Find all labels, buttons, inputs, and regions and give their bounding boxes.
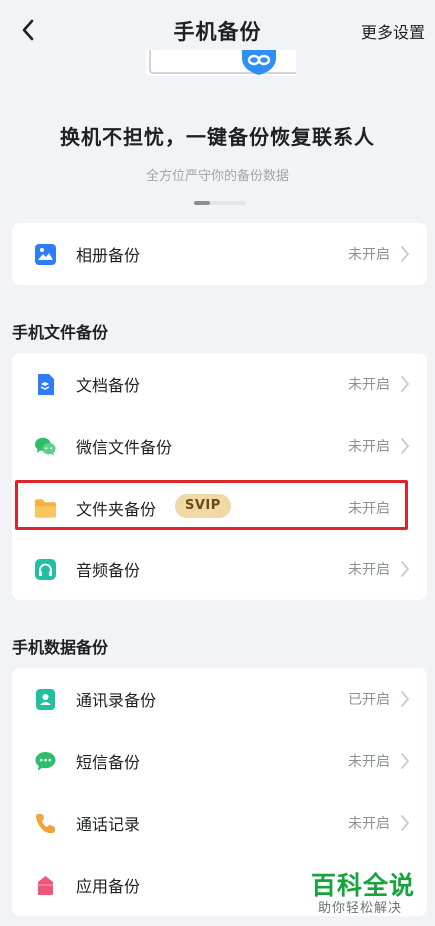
album-backup-card: 相册备份 未开启 bbox=[12, 223, 427, 285]
album-backup-label: 相册备份 bbox=[76, 246, 141, 265]
wechat-file-backup-label: 微信文件备份 bbox=[76, 438, 173, 457]
chevron-right-icon bbox=[401, 753, 409, 769]
document-backup-row[interactable]: 文档备份 未开启 bbox=[12, 353, 427, 415]
files-backup-card: 文档备份 未开启 微信文件备份 未开启 文件夹备份 SVIP 未开启 音频备份 … bbox=[12, 353, 427, 600]
chevron-right-icon bbox=[401, 246, 409, 262]
app-icon bbox=[35, 875, 56, 896]
sms-backup-label: 短信备份 bbox=[76, 753, 141, 772]
chevron-right-icon bbox=[401, 561, 409, 577]
carousel-indicator-active bbox=[194, 201, 210, 205]
audio-backup-row[interactable]: 音频备份 未开启 bbox=[12, 538, 427, 600]
more-settings-button[interactable]: 更多设置 bbox=[361, 19, 425, 43]
wechat-file-backup-status: 未开启 bbox=[348, 439, 390, 455]
wechat-file-backup-row[interactable]: 微信文件备份 未开启 bbox=[12, 415, 427, 477]
banner-subline: 全方位严守你的备份数据 bbox=[145, 169, 289, 184]
call-log-status: 未开启 bbox=[348, 816, 390, 832]
image-icon bbox=[35, 244, 56, 265]
contacts-icon bbox=[35, 689, 56, 710]
app-backup-label: 应用备份 bbox=[76, 877, 141, 896]
data-section-title: 手机数据备份 bbox=[12, 638, 109, 657]
album-backup-row[interactable]: 相册备份 未开启 bbox=[12, 223, 427, 285]
watermark-slogan: 助你轻松解决 bbox=[318, 901, 403, 916]
contacts-backup-label: 通讯录备份 bbox=[76, 691, 157, 710]
wechat-icon bbox=[35, 436, 56, 457]
highlight-box bbox=[15, 480, 408, 530]
banner-headline: 换机不担忧，一键备份恢复联系人 bbox=[60, 125, 375, 149]
audio-backup-status: 未开启 bbox=[348, 562, 390, 578]
contacts-backup-row[interactable]: 通讯录备份 已开启 bbox=[12, 668, 427, 730]
phone-icon bbox=[35, 813, 56, 834]
files-section-title: 手机文件备份 bbox=[12, 323, 109, 342]
sms-icon bbox=[35, 751, 56, 772]
call-log-row[interactable]: 通话记录 未开启 bbox=[12, 792, 427, 854]
chevron-right-icon bbox=[401, 691, 409, 707]
sms-backup-status: 未开启 bbox=[348, 754, 390, 770]
chevron-right-icon bbox=[401, 438, 409, 454]
carousel-indicator bbox=[194, 201, 246, 205]
audio-backup-label: 音频备份 bbox=[76, 561, 141, 580]
backup-illustration bbox=[146, 50, 296, 76]
contacts-backup-status: 已开启 bbox=[348, 692, 390, 708]
headphones-icon bbox=[35, 559, 56, 580]
call-log-label: 通话记录 bbox=[76, 815, 141, 834]
chevron-right-icon bbox=[401, 376, 409, 392]
chevron-right-icon bbox=[401, 815, 409, 831]
document-backup-status: 未开启 bbox=[348, 377, 390, 393]
document-backup-label: 文档备份 bbox=[76, 376, 141, 395]
album-backup-status: 未开启 bbox=[348, 247, 390, 263]
sms-backup-row[interactable]: 短信备份 未开启 bbox=[12, 730, 427, 792]
document-icon bbox=[35, 374, 56, 395]
